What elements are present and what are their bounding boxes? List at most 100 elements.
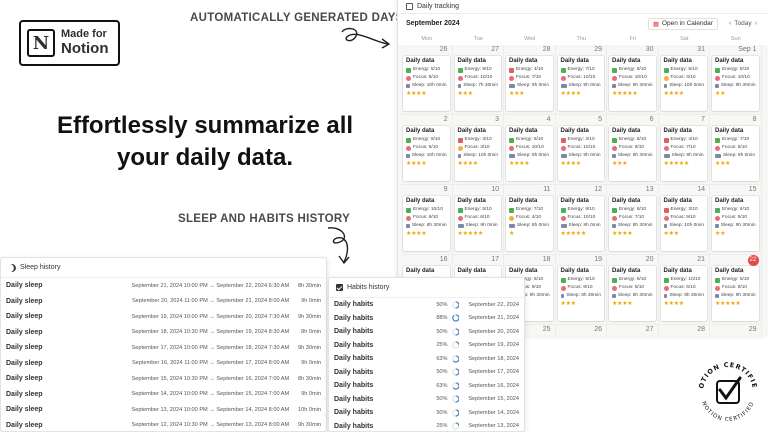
calendar-day-cell[interactable]: 11 Daily data Energy: 7/10 Focus: 4/10 Sleep… xyxy=(504,185,556,255)
habits-row-date: September 14, 2024 xyxy=(468,409,520,416)
calendar-day-cell[interactable]: 15 Daily data Energy: 6/10 Focus: 9/10 Sleep… xyxy=(710,185,762,255)
calendar-title: Daily tracking xyxy=(417,3,460,10)
calendar-day-cell[interactable]: 8 Daily data Energy: 7/10 Focus: 6/10 Sleep:… xyxy=(710,115,762,185)
calendar-day-cell[interactable]: 2 Daily data Energy: 9/10 Focus: 6/10 Sleep:… xyxy=(401,115,453,185)
sleep-row[interactable]: Daily sleep September 15, 2024 10:30 PM →… xyxy=(1,371,326,387)
calendar-day-cell[interactable]: 26 xyxy=(555,325,607,336)
calendar-day-cell[interactable]: 21 Daily data Energy: 10/10 Focus: 6/10 Slee… xyxy=(658,255,710,325)
calendar-day-cell[interactable]: 28 Daily data Energy: 4/10 Focus: 7/10 Sleep… xyxy=(504,45,556,115)
habits-row[interactable]: Daily habits 50% September 22, 2024 xyxy=(329,298,524,312)
daily-data-card[interactable]: Daily data Energy: 7/10 Focus: 10/10 Sleep:… xyxy=(557,56,604,111)
rating-stars: ★★★★★ xyxy=(715,301,741,307)
habits-row[interactable]: Daily habits 50% September 15, 2024 xyxy=(329,393,524,407)
daily-data-card[interactable]: Daily data Energy: 7/10 Focus: 6/10 Sleep: … xyxy=(712,126,759,181)
daily-data-card[interactable]: Daily data Energy: 3/10 Focus: 3/10 Sleep: … xyxy=(454,126,501,181)
habits-row[interactable]: Daily habits 25% September 19, 2024 xyxy=(329,339,524,353)
habits-row[interactable]: Daily habits 88% September 21, 2024 xyxy=(329,312,524,326)
energy-line: Energy: 10/10 xyxy=(663,276,705,284)
daily-data-card[interactable]: Daily data Energy: 8/10 Focus: 10/10 Sleep:… xyxy=(609,56,656,111)
daily-data-card[interactable]: Daily data Energy: 6/10 Focus: 10/10 Sleep:… xyxy=(506,126,553,181)
calendar-day-cell[interactable]: 29 Daily data Energy: 7/10 Focus: 10/10 Slee… xyxy=(555,45,607,115)
rating-stars: ★★★ xyxy=(457,91,474,97)
calendar-day-cell[interactable]: 27 xyxy=(607,325,659,336)
calendar-day-cell[interactable]: 28 xyxy=(658,325,710,336)
sleep-row[interactable]: Daily sleep September 12, 2024 10:30 PM →… xyxy=(1,418,326,432)
calendar-day-cell[interactable]: 31 Daily data Energy: 5/10 Focus: 4/10 Sleep… xyxy=(658,45,710,115)
calendar-day-cell[interactable]: 12 Daily data Energy: 9/10 Focus: 10/10 Slee… xyxy=(555,185,607,255)
sleep-row[interactable]: Daily sleep September 16, 2024 11:00 PM →… xyxy=(1,356,326,372)
calendar-day-cell[interactable]: 6 Daily data Energy: 6/10 Focus: 6/10 Sleep:… xyxy=(607,115,659,185)
card-title: Daily data xyxy=(612,198,641,204)
sleep-row[interactable]: Daily sleep September 13, 2024 10:00 PM →… xyxy=(1,402,326,418)
sleep-row[interactable]: Daily sleep September 14, 2024 10:00 PM →… xyxy=(1,387,326,403)
habits-row[interactable]: Daily habits 50% September 20, 2024 xyxy=(329,325,524,339)
calendar-day-cell[interactable]: 27 Daily data Energy: 9/10 Focus: 10/10 Slee… xyxy=(452,45,504,115)
energy-line: Energy: 4/10 xyxy=(509,66,550,74)
daily-data-card[interactable]: Daily data Energy: 3/10 Focus: 9/10 Sleep: … xyxy=(660,196,707,251)
card-title: Daily data xyxy=(663,268,692,274)
sleep-value: Sleep: 9h 0min xyxy=(568,83,601,88)
sleep-row[interactable]: Daily sleep September 17, 2024 10:00 PM →… xyxy=(1,340,326,356)
daily-data-card[interactable]: Daily data Energy: 6/10 Focus: 9/10 Sleep: … xyxy=(712,266,759,321)
habits-row[interactable]: Daily habits 63% September 18, 2024 xyxy=(329,352,524,366)
daily-data-card[interactable]: Daily data Energy: 8/10 Focus: 9/10 Sleep: … xyxy=(609,266,656,321)
bed-icon xyxy=(509,224,515,228)
caption-days: AUTOMATICALLY GENERATED DAYS xyxy=(190,12,404,24)
calendar-day-cell[interactable]: 4 Daily data Energy: 6/10 Focus: 10/10 Sleep… xyxy=(504,115,556,185)
calendar-day-cell[interactable]: 19 Daily data Energy: 5/10 Focus: 9/10 Sleep… xyxy=(555,255,607,325)
daily-data-card[interactable]: Daily data Energy: 3/10 Focus: 10/10 Sleep:… xyxy=(557,126,604,181)
calendar-day-cell[interactable]: 30 Daily data Energy: 8/10 Focus: 10/10 Slee… xyxy=(607,45,659,115)
calendar-header: Daily tracking xyxy=(398,0,768,14)
daily-data-card[interactable]: Daily data Energy: 6/10 Focus: 9/10 Sleep: … xyxy=(712,196,759,251)
calendar-day-cell[interactable]: 9 Daily data Energy: 10/10 Focus: 9/10 Sleep… xyxy=(401,185,453,255)
focus-line: Focus: 10/10 xyxy=(457,74,499,82)
today-button[interactable]: Today xyxy=(734,20,751,27)
daily-data-card[interactable]: Daily data Energy: 4/10 Focus: 7/10 Sleep: … xyxy=(660,126,707,181)
calendar-day-cell[interactable]: 20 Daily data Energy: 8/10 Focus: 9/10 Sleep… xyxy=(607,255,659,325)
calendar-day-cell[interactable]: 5 Daily data Energy: 3/10 Focus: 10/10 Sleep… xyxy=(555,115,607,185)
daily-data-card[interactable]: Daily data Energy: 5/10 Focus: 8/10 Sleep: … xyxy=(403,56,450,111)
sleep-row[interactable]: Daily sleep September 21, 2024 10:00 PM →… xyxy=(1,278,326,294)
calendar-day-cell[interactable]: 13 Daily data Energy: 6/10 Focus: 7/10 Sleep… xyxy=(607,185,659,255)
calendar-day-cell[interactable]: Sep 1 Daily data Energy: 8/10 Focus: 10/10 S… xyxy=(710,45,762,115)
daily-data-card[interactable]: Daily data Energy: 6/10 Focus: 6/10 Sleep: … xyxy=(609,126,656,181)
calendar-day-cell[interactable]: 3 Daily data Energy: 3/10 Focus: 3/10 Sleep:… xyxy=(452,115,504,185)
battery-icon xyxy=(663,137,669,143)
calendar-day-cell[interactable]: 7 Daily data Energy: 4/10 Focus: 7/10 Sleep:… xyxy=(658,115,710,185)
sleep-row[interactable]: Daily sleep September 18, 2024 10:30 PM →… xyxy=(1,325,326,341)
daily-data-card[interactable]: Daily data Energy: 7/10 Focus: 4/10 Sleep: … xyxy=(506,196,553,251)
daily-data-card[interactable]: Daily data Energy: 5/10 Focus: 9/10 Sleep: … xyxy=(557,266,604,321)
battery-icon xyxy=(509,137,514,143)
chevron-right-icon[interactable]: › xyxy=(755,20,757,27)
daily-data-card[interactable]: Daily data Energy: 9/10 Focus: 10/10 Sleep:… xyxy=(454,56,501,111)
daily-data-card[interactable]: Daily data Energy: 10/10 Focus: 6/10 Sleep:… xyxy=(660,266,707,321)
daily-data-card[interactable]: Daily data Energy: 10/10 Focus: 9/10 Sleep:… xyxy=(403,196,450,251)
target-icon xyxy=(509,215,514,221)
habits-row[interactable]: Daily habits 25% September 13, 2024 xyxy=(329,420,524,432)
calendar-day-cell[interactable]: 22 Daily data Energy: 6/10 Focus: 9/10 Sleep… xyxy=(710,255,762,325)
daily-data-card[interactable]: Daily data Energy: 8/10 Focus: 10/10 Sleep:… xyxy=(712,56,759,111)
habits-row[interactable]: Daily habits 50% September 17, 2024 xyxy=(329,366,524,380)
habits-row[interactable]: Daily habits 63% September 16, 2024 xyxy=(329,379,524,393)
chevron-left-icon[interactable]: ‹ xyxy=(729,20,731,27)
day-number: 9 xyxy=(443,186,448,193)
daily-data-card[interactable]: Daily data Energy: 4/10 Focus: 7/10 Sleep: … xyxy=(506,56,553,111)
energy-value: Energy: 5/10 xyxy=(464,207,492,212)
open-in-calendar-button[interactable]: ▦ Open in Calendar xyxy=(647,17,718,30)
sleep-row-title: Daily sleep xyxy=(6,344,43,352)
daily-data-card[interactable]: Daily data Energy: 6/10 Focus: 7/10 Sleep: … xyxy=(609,196,656,251)
calendar-day-cell[interactable]: 10 Daily data Energy: 5/10 Focus: 6/10 Sleep… xyxy=(452,185,504,255)
habits-row[interactable]: Daily habits 50% September 14, 2024 xyxy=(329,406,524,420)
sleep-row[interactable]: Daily sleep September 19, 2024 10:00 PM →… xyxy=(1,309,326,325)
daily-data-card[interactable]: Daily data Energy: 9/10 Focus: 6/10 Sleep: … xyxy=(403,126,450,181)
daily-data-card[interactable]: Daily data Energy: 9/10 Focus: 10/10 Sleep:… xyxy=(557,196,604,251)
sleep-row[interactable]: Daily sleep September 20, 2024 11:00 PM →… xyxy=(1,294,326,310)
bed-icon xyxy=(560,294,565,298)
card-title: Daily data xyxy=(560,198,589,204)
rating-stars: ★★★ xyxy=(715,161,731,167)
daily-data-card[interactable]: Daily data Energy: 5/10 Focus: 6/10 Sleep: … xyxy=(454,196,501,251)
calendar-day-cell[interactable]: 29 xyxy=(710,325,762,336)
daily-data-card[interactable]: Daily data Energy: 5/10 Focus: 4/10 Sleep: … xyxy=(660,56,707,111)
calendar-day-cell[interactable]: 26 Daily data Energy: 5/10 Focus: 8/10 Sleep… xyxy=(401,45,453,115)
calendar-day-cell[interactable]: 14 Daily data Energy: 3/10 Focus: 9/10 Sleep… xyxy=(658,185,710,255)
